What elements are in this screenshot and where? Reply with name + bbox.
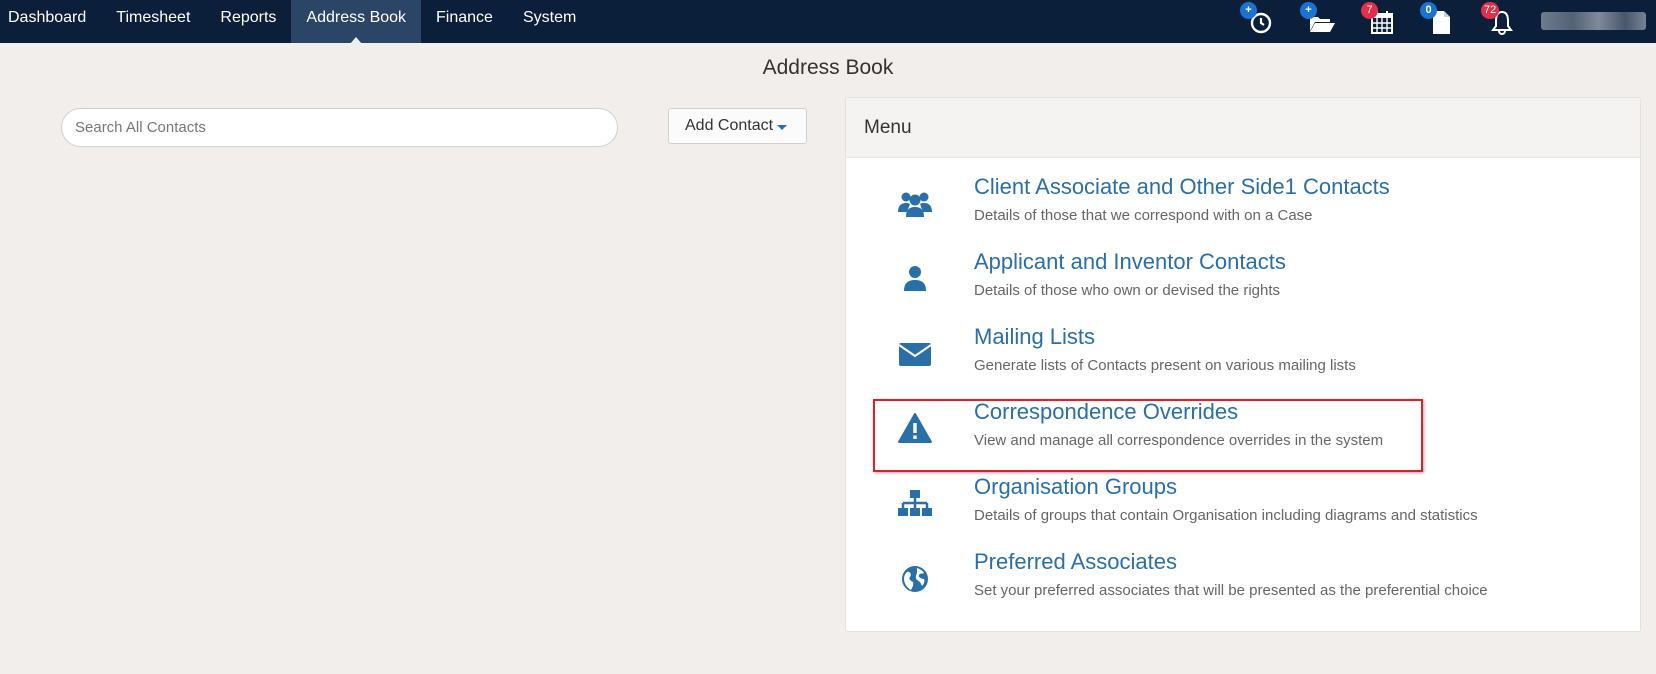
menu-item-applicant-inventor-contacts[interactable]: Applicant and Inventor Contacts Details …	[846, 249, 1640, 324]
add-contact-label: Add Contact	[685, 117, 774, 134]
folder-badge: +	[1300, 2, 1317, 19]
nav-address-book[interactable]: Address Book	[291, 0, 422, 44]
users-group-icon	[898, 192, 932, 217]
menu-item-title[interactable]: Applicant and Inventor Contacts	[974, 249, 1286, 275]
menu-item-mailing-lists[interactable]: Mailing Lists Generate lists of Contacts…	[846, 324, 1640, 399]
calendar-badge: 7	[1361, 2, 1378, 19]
menu-item-description: Details of those who own or devised the …	[974, 282, 1280, 299]
menu-item-title[interactable]: Mailing Lists	[974, 324, 1095, 350]
menu-item-description: Generate lists of Contacts present on va…	[974, 357, 1356, 374]
history-button[interactable]: +	[1240, 2, 1276, 37]
nav-timesheet[interactable]: Timesheet	[101, 0, 205, 43]
notifications-badge: 72	[1481, 2, 1500, 19]
folder-button[interactable]: +	[1300, 2, 1336, 37]
user-icon	[904, 266, 926, 291]
page-title: Address Book	[762, 56, 894, 79]
add-contact-button[interactable]: Add Contact	[668, 108, 807, 144]
notifications-button[interactable]: 72	[1481, 2, 1517, 37]
menu-item-title[interactable]: Preferred Associates	[974, 549, 1177, 575]
menu-item-correspondence-overrides[interactable]: Correspondence Overrides View and manage…	[846, 399, 1640, 474]
documents-button[interactable]: 0	[1420, 2, 1456, 37]
sitemap-icon	[898, 490, 932, 516]
menu-item-description: Details of those that we correspond with…	[974, 207, 1313, 224]
envelope-icon	[898, 343, 932, 366]
globe-icon	[902, 566, 928, 592]
menu-item-description: Set your preferred associates that will …	[974, 582, 1488, 599]
documents-badge: 0	[1420, 2, 1437, 19]
caret-down-icon	[777, 125, 787, 130]
menu-item-description: Details of groups that contain Organisat…	[974, 507, 1478, 524]
search-contacts-input[interactable]	[61, 108, 618, 147]
nav-reports[interactable]: Reports	[205, 0, 291, 43]
menu-item-description: View and manage all correspondence overr…	[974, 432, 1384, 449]
menu-item-title[interactable]: Organisation Groups	[974, 474, 1177, 500]
menu-item-title[interactable]: Client Associate and Other Side1 Contact…	[974, 174, 1390, 200]
nav-dashboard[interactable]: Dashboard	[0, 0, 101, 43]
main-nav: Dashboard Timesheet Reports Address Book…	[0, 0, 591, 44]
nav-finance[interactable]: Finance	[421, 0, 508, 43]
menu-item-organisation-groups[interactable]: Organisation Groups Details of groups th…	[846, 474, 1640, 549]
calendar-button[interactable]: 7	[1361, 2, 1397, 37]
menu-panel: Menu Client Associate and Other Side1 Co…	[845, 97, 1641, 632]
menu-heading: Menu	[846, 98, 1640, 158]
nav-system[interactable]: System	[508, 0, 591, 43]
warning-icon	[898, 413, 932, 443]
user-menu[interactable]	[1541, 12, 1646, 30]
menu-item-client-associate-contacts[interactable]: Client Associate and Other Side1 Contact…	[846, 174, 1640, 249]
menu-item-title[interactable]: Correspondence Overrides	[974, 399, 1238, 425]
history-badge: +	[1240, 2, 1257, 19]
menu-item-preferred-associates[interactable]: Preferred Associates Set your preferred …	[846, 549, 1640, 624]
top-navbar: Dashboard Timesheet Reports Address Book…	[0, 0, 1656, 44]
